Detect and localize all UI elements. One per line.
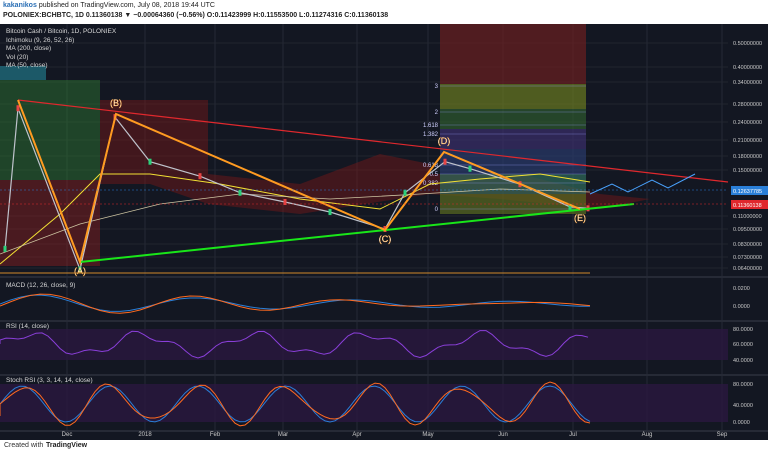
legend-item-ichimoku[interactable]: Ichimoku (9, 26, 52, 26) (6, 37, 116, 46)
x-tick-label: May (422, 432, 433, 438)
price-candle (148, 158, 152, 165)
chart-legend: Bitcoin Cash / Bitcoin, 1D, POLONIEX Ich… (6, 28, 116, 71)
price-tag-resistance-text: 0.12637785 (733, 189, 762, 195)
fib-level-label: 1.618 (423, 123, 439, 129)
legend-item-ma200[interactable]: MA (200, close) (6, 45, 116, 54)
y-tick-label: 0.11000000 (733, 214, 762, 220)
y-tick-label: 0.24000000 (733, 120, 762, 126)
legend-item-vol[interactable]: Vol (20) (6, 54, 116, 63)
y-tick-label: 0.06400000 (733, 266, 762, 272)
price-candle (328, 209, 332, 216)
chart-svg[interactable]: Dec2018FebMarAprMayJunJulAugSep0.6000000… (0, 24, 768, 440)
author-name[interactable]: kakanikos (3, 2, 37, 9)
fib-level-label: 1.382 (423, 132, 439, 138)
x-tick-label: Jul (569, 432, 577, 438)
y-tick-label: 0.21000000 (733, 138, 762, 144)
y-tick-label: 0.08300000 (733, 242, 762, 248)
price-candle (198, 173, 202, 180)
macd-legend: MACD (12, 26, close, 9) (6, 282, 76, 289)
chart-area[interactable]: Dec2018FebMarAprMayJunJulAugSep0.6000000… (0, 24, 768, 440)
x-tick-label: Apr (352, 432, 361, 438)
x-tick-label: Feb (210, 432, 221, 438)
rsi-tick-label: 40.0000 (733, 358, 753, 364)
price-candle (238, 189, 242, 196)
rsi-tick-label: 80.0000 (733, 327, 753, 333)
stoch-band (0, 384, 728, 422)
publish-info: published on TradingView.com, July 08, 2… (38, 2, 215, 9)
rsi-legend: RSI (14, close) (6, 323, 49, 330)
ichimoku-cloud (100, 100, 430, 214)
pattern-point-label: (A) (74, 266, 86, 276)
price-candle (468, 165, 472, 172)
rsi-band (0, 329, 728, 360)
y-tick-label: 0.15000000 (733, 168, 762, 174)
x-tick-label: Dec (62, 432, 73, 438)
x-tick-label: Aug (642, 432, 653, 438)
stoch-tick-label: 0.0000 (733, 420, 750, 426)
pattern-point-label: (D) (438, 136, 451, 146)
publish-header: kakanikos published on TradingView.com, … (0, 0, 768, 24)
fib-zone (440, 84, 586, 109)
macd-signal-line (0, 293, 591, 314)
x-tick-label: Mar (278, 432, 288, 438)
fib-level-label: 0 (435, 207, 439, 213)
price-candle (443, 158, 447, 165)
publish-line: kakanikos published on TradingView.com, … (3, 2, 215, 9)
rsi-tick-label: 60.0000 (733, 342, 753, 348)
y-tick-label: 0.34000000 (733, 80, 762, 86)
pattern-point-label: (B) (110, 98, 122, 108)
y-tick-label: 0.07300000 (733, 255, 762, 261)
legend-title: Bitcoin Cash / Bitcoin, 1D, POLONIEX (6, 28, 117, 35)
stoch-rsi-legend: Stoch RSI (3, 3, 14, 14, close) (6, 377, 93, 384)
macd-tick-label: 0.0200 (733, 286, 750, 292)
fib-level-label: 2 (435, 110, 439, 116)
tradingview-logo[interactable]: TradingView (46, 442, 87, 449)
ichimoku-cloud (0, 80, 100, 180)
created-with: Created with (4, 442, 44, 449)
fib-zone (440, 149, 586, 174)
price-candle (3, 245, 7, 252)
x-tick-label: Jun (498, 432, 508, 438)
stoch-tick-label: 40.0000 (733, 403, 753, 409)
fib-level-label: 3 (435, 84, 439, 90)
y-tick-label: 0.18000000 (733, 154, 762, 160)
price-candle (403, 189, 407, 196)
macd-tick-label: 0.0000 (733, 304, 750, 310)
pattern-point-label: (E) (574, 213, 586, 223)
fib-zone (440, 129, 586, 149)
symbol-line: POLONIEX:BCHBTC, 1D 0.11360138 ▼ −0.0006… (3, 12, 389, 19)
y-tick-label: 0.40000000 (733, 65, 762, 71)
price-candle (16, 105, 20, 112)
legend-item-ma50[interactable]: MA (50, close) (6, 62, 116, 71)
projection-arrow (589, 173, 696, 195)
pattern-point-label: (C) (379, 234, 392, 244)
price-tag-last-text: 0.11360138 (733, 203, 762, 209)
footer: Created with TradingView (0, 440, 768, 454)
y-tick-label: 0.50000000 (733, 41, 762, 47)
x-tick-label: 2018 (138, 432, 152, 438)
fib-zone (440, 24, 586, 84)
y-tick-label: 0.09500000 (733, 227, 762, 233)
stoch-tick-label: 80.0000 (733, 382, 753, 388)
x-tick-label: Sep (717, 432, 728, 438)
y-tick-label: 0.28000000 (733, 102, 762, 108)
